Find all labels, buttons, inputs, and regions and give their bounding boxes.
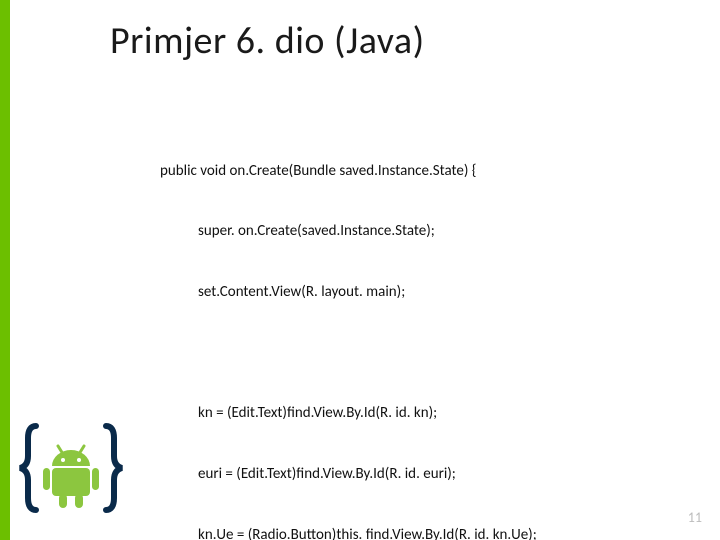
slide: Primjer 6. dio (Java) public void on.Cre… — [0, 0, 720, 540]
blank-line — [160, 343, 537, 363]
code-line: set.Content.View(R. layout. main); — [160, 282, 537, 302]
page-number: 11 — [688, 509, 702, 526]
code-line: euri = (Edit.Text)find.View.By.Id(R. id.… — [160, 464, 537, 484]
code-line: kn = (Edit.Text)find.View.By.Id(R. id. k… — [160, 403, 537, 423]
code-line: kn.Ue = (Radio.Button)this. find.View.By… — [160, 525, 537, 540]
slide-title: Primjer 6. dio (Java) — [110, 18, 425, 64]
code-line: public void on.Create(Bundle saved.Insta… — [160, 161, 537, 181]
android-logo-icon — [16, 418, 126, 518]
code-line: super. on.Create(saved.Instance.State); — [160, 221, 537, 241]
code-block: public void on.Create(Bundle saved.Insta… — [160, 120, 537, 540]
left-accent-bar — [0, 0, 10, 540]
